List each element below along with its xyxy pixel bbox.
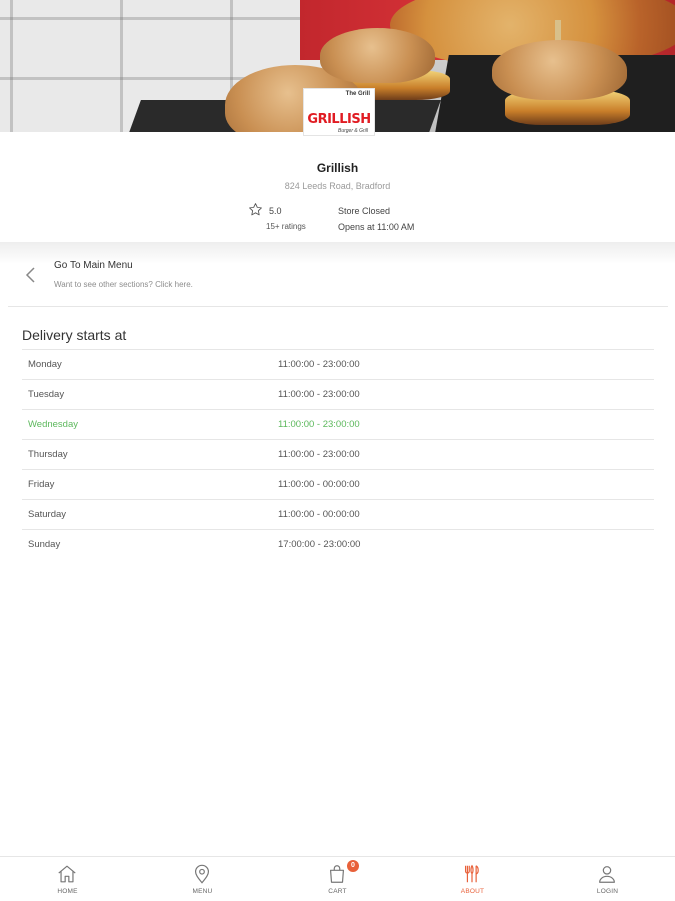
table-row-today: Wednesday 11:00:00 - 23:00:00 xyxy=(22,409,654,440)
time-range: 11:00:00 - 00:00:00 xyxy=(278,469,654,500)
logo-tagline: Burger & Grill xyxy=(337,128,368,134)
store-status: Store Closed xyxy=(338,206,391,216)
store-logo: The Grill GRILLISH Burger & Grill xyxy=(303,88,375,136)
nav-label: ABOUT xyxy=(460,888,485,895)
table-row: Thursday 11:00:00 - 23:00:00 xyxy=(22,439,654,470)
time-range: 11:00:00 - 23:00:00 xyxy=(278,349,654,380)
cutlery-icon xyxy=(464,864,479,883)
nav-label: MENU xyxy=(192,888,213,895)
store-name: Grillish xyxy=(316,161,359,175)
nav-home[interactable]: HOME xyxy=(0,857,135,901)
day-name: Tuesday xyxy=(22,379,278,410)
time-range: 11:00:00 - 23:00:00 xyxy=(278,379,654,410)
burger-bun xyxy=(320,28,435,83)
logo-wordmark: GRILLISH xyxy=(307,112,371,127)
time-range: 11:00:00 - 23:00:00 xyxy=(278,439,654,470)
nav-label: CART xyxy=(328,888,347,895)
bottom-nav: HOME MENU 0 CART ABOUT LOGIN xyxy=(0,856,675,901)
hours-heading: Delivery starts at xyxy=(22,327,127,343)
nav-label: LOGIN xyxy=(596,888,619,895)
day-name: Saturday xyxy=(22,499,278,530)
day-name: Sunday xyxy=(22,529,278,559)
time-range: 17:00:00 - 23:00:00 xyxy=(278,529,654,559)
table-row: Saturday 11:00:00 - 00:00:00 xyxy=(22,499,654,530)
rating-count: 15+ ratings xyxy=(266,222,306,231)
table-row: Monday 11:00:00 - 23:00:00 xyxy=(22,349,654,380)
time-range: 11:00:00 - 00:00:00 xyxy=(278,499,654,530)
day-name: Thursday xyxy=(22,439,278,470)
day-name: Wednesday xyxy=(22,409,278,440)
cart-bag-icon xyxy=(329,865,345,883)
rating-value: 5.0 xyxy=(269,206,282,216)
user-icon xyxy=(599,866,615,883)
home-icon xyxy=(58,865,76,883)
store-opening-time: Opens at 11:00 AM xyxy=(338,222,415,232)
store-address: 824 Leeds Road, Bradford xyxy=(284,181,391,191)
chevron-left-icon xyxy=(25,267,35,283)
star-icon xyxy=(249,203,262,216)
back-link-title: Go To Main Menu xyxy=(54,260,133,271)
nav-menu[interactable]: MENU xyxy=(135,857,270,901)
logo-small-text: The Grill xyxy=(345,91,370,97)
nav-login[interactable]: LOGIN xyxy=(540,857,675,901)
table-row: Friday 11:00:00 - 00:00:00 xyxy=(22,469,654,500)
time-range: 11:00:00 - 23:00:00 xyxy=(278,409,654,440)
nav-cart[interactable]: 0 CART xyxy=(270,857,405,901)
delivery-hours-table: Monday 11:00:00 - 23:00:00 Tuesday 11:00… xyxy=(22,349,654,559)
back-link-subtitle: Want to see other sections? Click here. xyxy=(54,280,193,289)
go-to-main-menu-link[interactable]: Go To Main Menu Want to see other sectio… xyxy=(8,252,668,307)
cart-count-badge: 0 xyxy=(347,860,359,872)
day-name: Monday xyxy=(22,349,278,380)
location-pin-icon xyxy=(194,864,210,884)
table-row: Sunday 17:00:00 - 23:00:00 xyxy=(22,529,654,559)
table-row: Tuesday 11:00:00 - 23:00:00 xyxy=(22,379,654,410)
burger-bun xyxy=(492,40,627,100)
nav-about[interactable]: ABOUT xyxy=(405,857,540,901)
nav-label: HOME xyxy=(57,888,78,895)
day-name: Friday xyxy=(22,469,278,500)
